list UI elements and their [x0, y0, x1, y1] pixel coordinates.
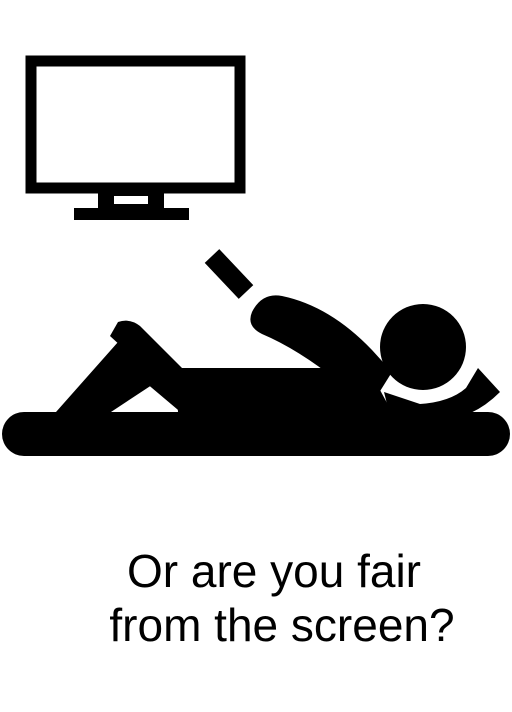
- tv-watching-pictogram: [2, 55, 510, 456]
- tv-screen-frame: [25, 55, 246, 194]
- tv-stand-base: [74, 208, 189, 220]
- caption-line-2: from the screen?: [109, 599, 455, 651]
- person-ground-base: [2, 412, 510, 456]
- person-lying-down-icon: [2, 295, 510, 456]
- remote-control-icon: [204, 249, 254, 299]
- caption: Or are you fair from the screen?: [0, 544, 512, 652]
- tv-stand-neck-gap: [114, 196, 148, 204]
- caption-line-1: Or are you fair: [127, 545, 421, 597]
- person-head: [380, 304, 466, 390]
- tv-monitor-icon: [25, 55, 246, 220]
